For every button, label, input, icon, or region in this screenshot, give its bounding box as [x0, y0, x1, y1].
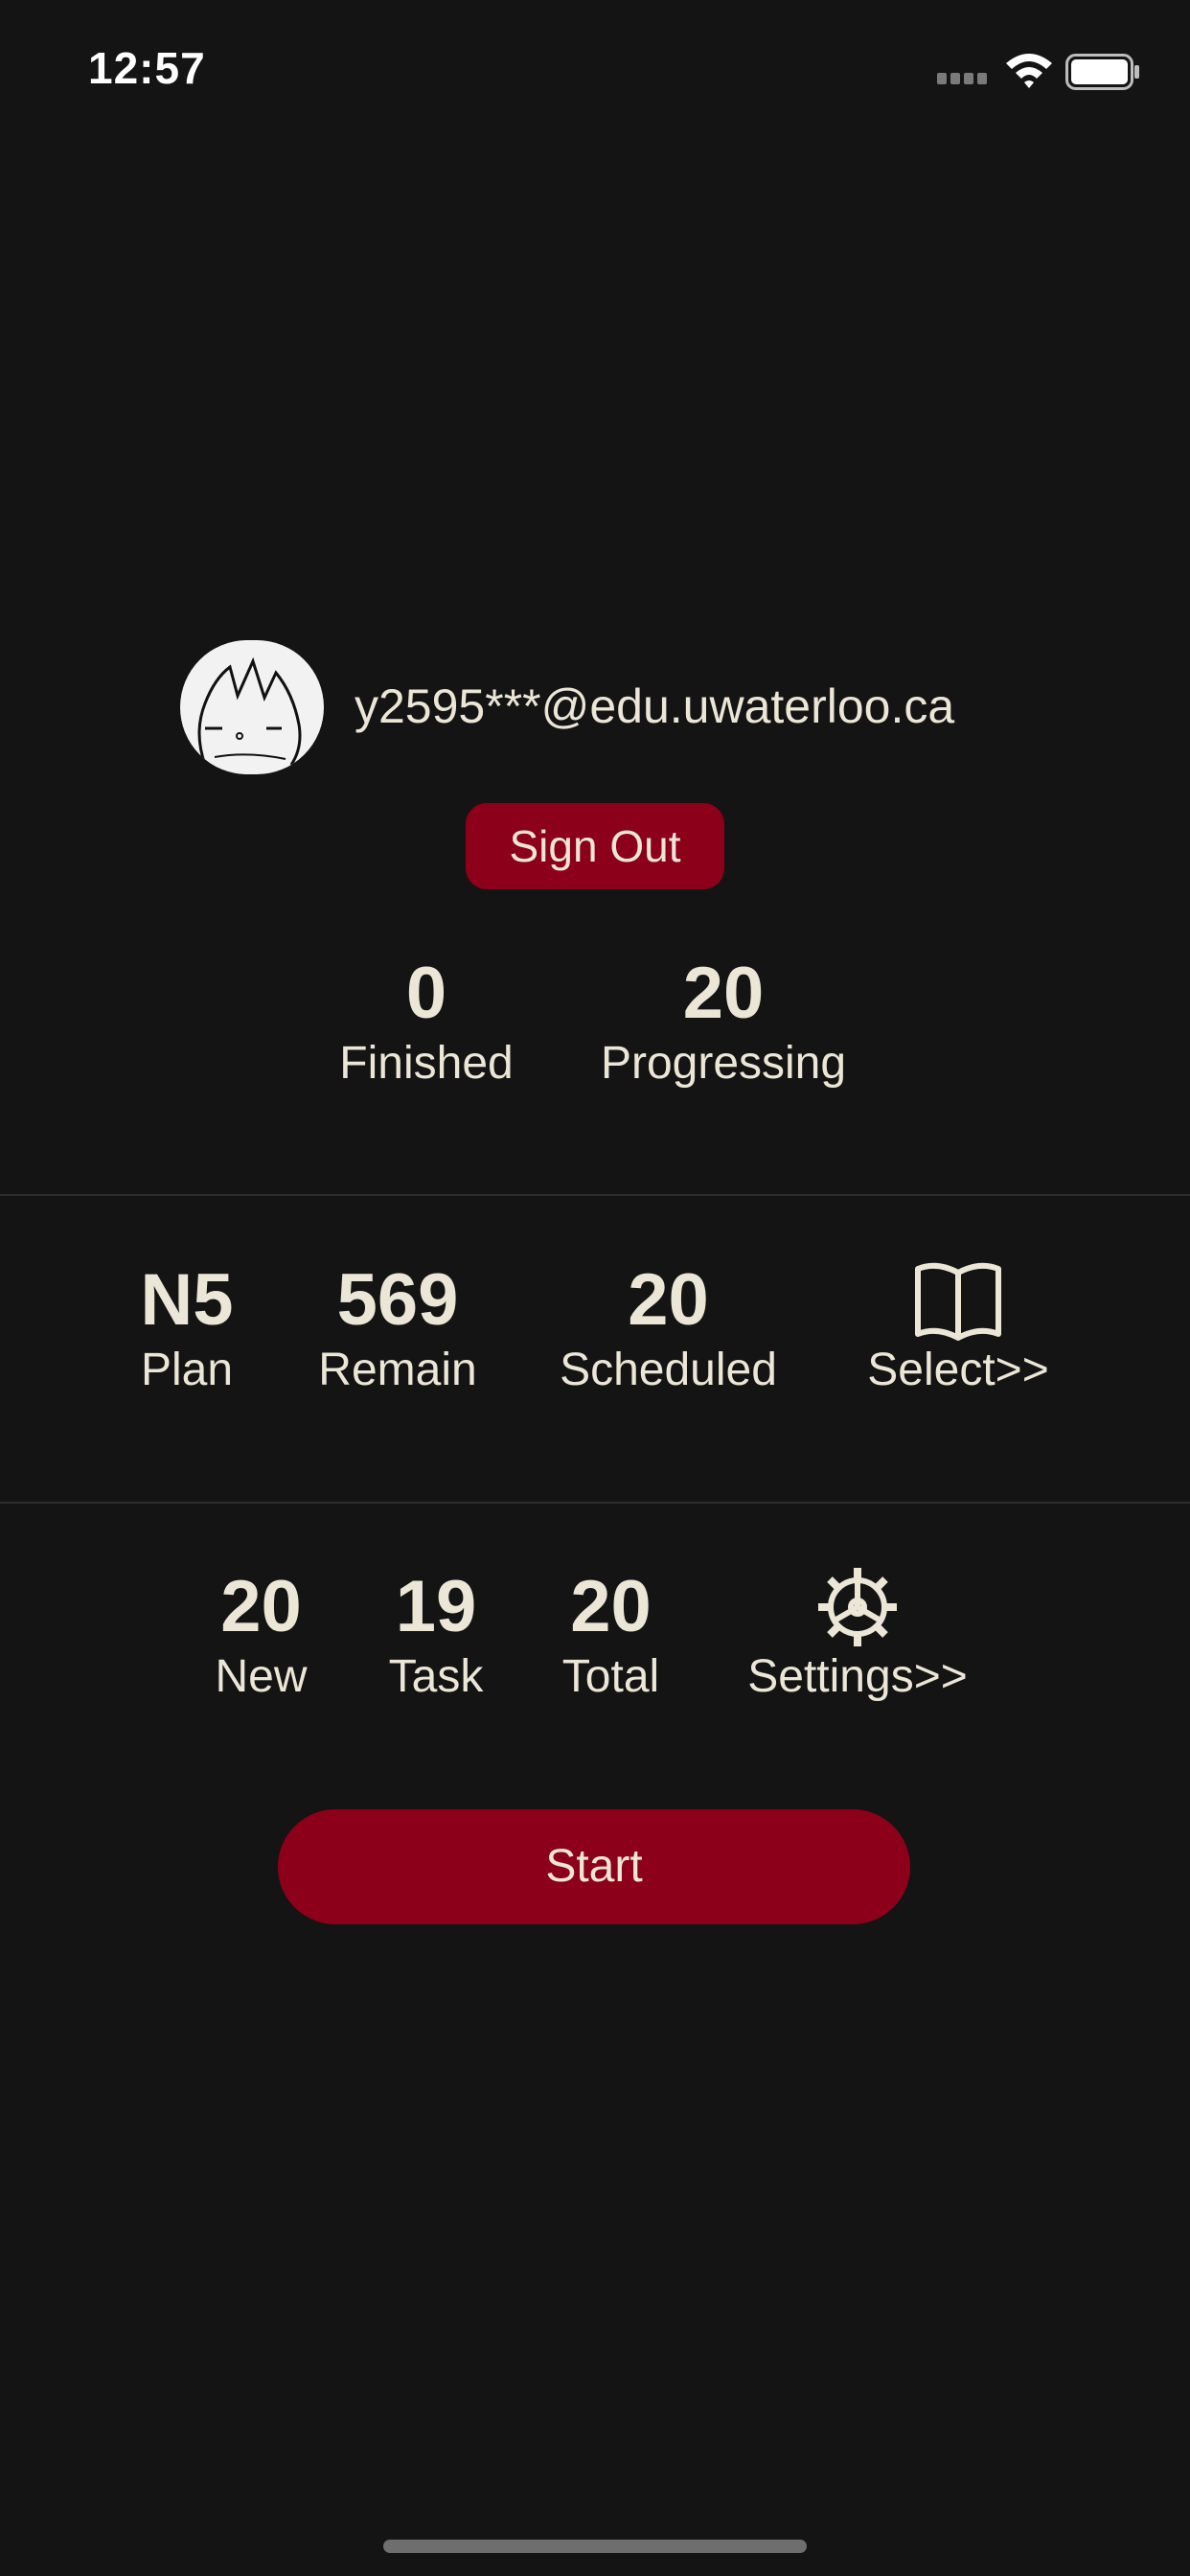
settings-button[interactable]: Settings>>	[719, 1564, 996, 1704]
plan-label: Plan	[140, 1345, 234, 1395]
wifi-icon	[1006, 54, 1052, 88]
open-book-icon	[915, 1262, 1001, 1341]
divider-top	[0, 1194, 1190, 1196]
settings-label: Settings>>	[747, 1651, 968, 1702]
divider-bottom	[0, 1502, 1190, 1504]
remain-value: 569	[336, 1259, 459, 1341]
finished-stat: 0 Finished	[316, 951, 537, 1091]
finished-label: Finished	[339, 1038, 514, 1089]
status-bar: 12:57	[0, 0, 1190, 144]
scheduled-value: 20	[628, 1259, 709, 1341]
task-stat: 19 Task	[369, 1564, 503, 1704]
remain-stat: 569 Remain	[287, 1257, 508, 1397]
remain-label: Remain	[318, 1345, 477, 1395]
status-time: 12:57	[88, 43, 206, 93]
profile-row: y2595***@edu.uwaterloo.ca	[180, 640, 1042, 774]
plan-value: N5	[140, 1259, 234, 1341]
progressing-count: 20	[682, 953, 765, 1034]
task-label: Task	[388, 1651, 484, 1702]
new-label: New	[215, 1651, 308, 1702]
gear-icon	[818, 1568, 897, 1646]
total-value: 20	[570, 1566, 652, 1647]
new-value: 20	[220, 1566, 302, 1647]
home-indicator[interactable]	[383, 2540, 807, 2553]
progressing-stat: 20 Progressing	[575, 951, 872, 1091]
task-value: 19	[395, 1566, 477, 1647]
total-label: Total	[561, 1651, 660, 1702]
new-stat: 20 New	[192, 1564, 331, 1704]
cellular-signal-icon	[937, 73, 991, 86]
sign-out-button[interactable]: Sign Out	[466, 803, 724, 889]
plan-stat: N5 Plan	[105, 1257, 268, 1397]
user-email: y2595***@edu.uwaterloo.ca	[355, 679, 955, 733]
progressing-label: Progressing	[600, 1038, 847, 1089]
cat-avatar-icon	[197, 656, 302, 766]
scheduled-label: Scheduled	[560, 1345, 777, 1395]
finished-count: 0	[405, 953, 447, 1034]
battery-icon	[1065, 54, 1139, 90]
avatar[interactable]	[180, 640, 324, 774]
select-plan-button[interactable]: Select>>	[834, 1257, 1083, 1397]
scheduled-stat: 20 Scheduled	[537, 1257, 800, 1397]
total-stat: 20 Total	[541, 1564, 680, 1704]
start-button[interactable]: Start	[278, 1809, 910, 1924]
select-label: Select>>	[867, 1345, 1049, 1395]
